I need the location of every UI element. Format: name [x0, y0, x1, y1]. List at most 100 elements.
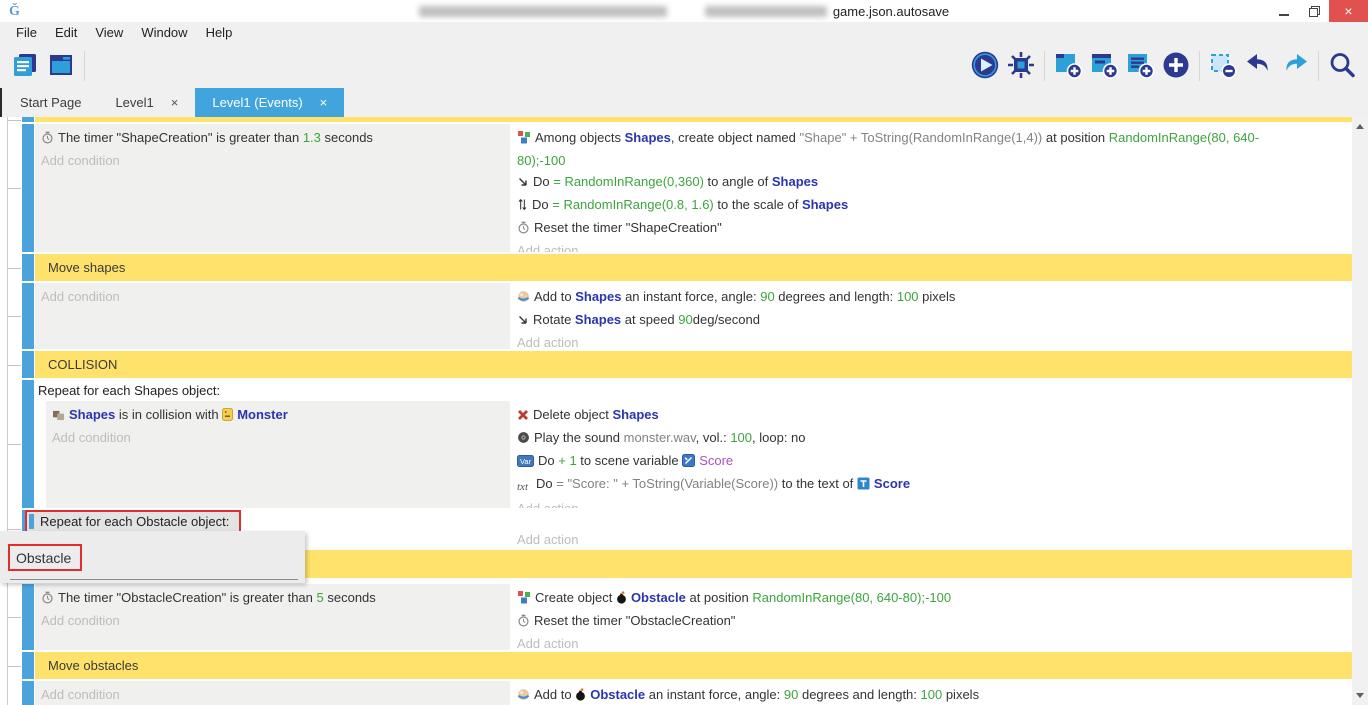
- scroll-up-button[interactable]: [1352, 118, 1368, 135]
- action-row[interactable]: txtDo = "Score: " + ToString(Variable(Sc…: [517, 473, 1352, 498]
- add-circle-icon: [1161, 50, 1191, 83]
- add-condition[interactable]: Add condition: [41, 150, 510, 171]
- add-action[interactable]: Add action: [517, 498, 1352, 508]
- scroll-down-button[interactable]: [1352, 687, 1368, 704]
- action-row[interactable]: Reset the timer "ShapeCreation": [517, 217, 1352, 240]
- menu-view[interactable]: View: [86, 22, 132, 44]
- gdevelop-logo-icon: Ǧ: [8, 2, 24, 23]
- tab-level1[interactable]: Level1 ×: [98, 88, 195, 117]
- group-header-band[interactable]: [35, 351, 1352, 378]
- action-row[interactable]: Do = RandomInRange(0,360) to angle of Sh…: [517, 171, 1352, 194]
- event-row: Add condition Add to Obstacle an instant …: [22, 681, 1352, 705]
- add-action[interactable]: Add action: [517, 332, 1352, 349]
- add-condition[interactable]: Add condition: [52, 427, 510, 448]
- action-row[interactable]: Play the sound monster.wav, vol.: 100, l…: [517, 427, 1352, 450]
- add-condition[interactable]: Add condition: [41, 684, 510, 705]
- action-row[interactable]: Create object Obstacle at position Rando…: [517, 587, 1352, 610]
- add-condition[interactable]: Add condition: [41, 610, 510, 631]
- sound-icon: [517, 429, 530, 450]
- events-gutter: [0, 117, 22, 705]
- restore-button[interactable]: [1299, 0, 1329, 22]
- group-header-band[interactable]: [35, 254, 1352, 281]
- condition-row[interactable]: Shapes is in collision with Monster: [52, 404, 510, 427]
- action-row[interactable]: Among objects Shapes, create object name…: [517, 127, 1352, 171]
- remove-event-icon: [1208, 50, 1238, 83]
- play-button[interactable]: [967, 48, 1003, 84]
- action-row[interactable]: Add to Obstacle an instant force, angle:…: [517, 684, 1352, 705]
- menu-help[interactable]: Help: [197, 22, 242, 44]
- add-event-icon: [1053, 50, 1083, 83]
- add-action[interactable]: Add action: [517, 240, 1352, 252]
- tab-level1-events[interactable]: Level1 (Events) ×: [195, 88, 344, 117]
- menu-window[interactable]: Window: [132, 22, 196, 44]
- event-color-bar: [22, 584, 34, 650]
- text-object-icon: [857, 475, 870, 496]
- object-name-value: Obstacle: [16, 550, 71, 566]
- toolbar: [0, 44, 1368, 88]
- collision-icon: [52, 406, 65, 427]
- condition-row[interactable]: The timer "ShapeCreation" is greater tha…: [41, 127, 510, 150]
- action-row[interactable]: Do = RandomInRange(0.8, 1.6) to the scal…: [517, 194, 1352, 217]
- conditions-cell: The timer "ObstacleCreation" is greater …: [35, 584, 510, 650]
- tab-start-page[interactable]: Start Page: [3, 88, 98, 117]
- group-header: Move shapes: [22, 254, 1352, 281]
- add-comment-button[interactable]: [1122, 48, 1158, 84]
- events-sheet: The timer "ShapeCreation" is greater tha…: [0, 117, 1352, 705]
- undo-button[interactable]: [1241, 48, 1277, 84]
- repeat-header[interactable]: Repeat for each Shapes object:: [35, 380, 1352, 401]
- redo-button[interactable]: [1277, 48, 1313, 84]
- action-row[interactable]: VarDo + 1 to scene variable Score: [517, 450, 1352, 473]
- add-action[interactable]: Add action: [517, 532, 578, 548]
- scale-icon: [517, 196, 528, 217]
- action-row[interactable]: Rotate Shapes at speed 90deg/second: [517, 309, 1352, 332]
- selected-repeat-header[interactable]: Repeat for each Obstacle object:: [25, 510, 241, 533]
- action-row[interactable]: Delete object Shapes: [517, 404, 1352, 427]
- toolbar-separator: [1199, 51, 1200, 81]
- tab-close-icon[interactable]: ×: [171, 95, 179, 110]
- create-object-icon: [517, 129, 531, 150]
- project-manager-button[interactable]: [7, 48, 43, 84]
- action-row[interactable]: Add to Shapes an instant force, angle: 9…: [517, 286, 1352, 309]
- conditions-cell: Add condition: [35, 283, 510, 349]
- object-name-field[interactable]: Obstacle: [8, 544, 82, 571]
- text-icon: txt: [517, 475, 532, 498]
- scene-variable-icon: [682, 452, 695, 473]
- start-scene-button[interactable]: [43, 48, 79, 84]
- restore-icon: [1309, 6, 1320, 17]
- tab-label: Level1: [115, 95, 153, 110]
- group-header-band[interactable]: [35, 652, 1352, 679]
- menu-edit[interactable]: Edit: [46, 22, 86, 44]
- add-action[interactable]: Add action: [517, 633, 1352, 650]
- add-condition[interactable]: Add condition: [41, 286, 510, 307]
- event-row: Add condition Add to Shapes an instant fo…: [22, 283, 1352, 349]
- debugger-icon: [1006, 50, 1036, 83]
- debugger-button[interactable]: [1003, 48, 1039, 84]
- vertical-scrollbar[interactable]: [1352, 117, 1368, 705]
- minimize-button[interactable]: [1269, 0, 1299, 22]
- angle-icon: [517, 173, 529, 194]
- svg-text:Var: Var: [520, 457, 532, 466]
- action-row[interactable]: Reset the timer "ObstacleCreation": [517, 610, 1352, 633]
- undo-icon: [1244, 50, 1274, 83]
- force-icon: [517, 686, 530, 705]
- group-header-band[interactable]: [35, 117, 1352, 122]
- gutter-tick: [7, 617, 21, 618]
- add-event-button[interactable]: [1050, 48, 1086, 84]
- search-button[interactable]: [1324, 48, 1360, 84]
- condition-row[interactable]: The timer "ObstacleCreation" is greater …: [41, 587, 510, 610]
- timer-icon: [517, 219, 530, 240]
- tab-label: Start Page: [20, 95, 81, 110]
- gutter-tick: [7, 365, 21, 366]
- event-row: The timer "ShapeCreation" is greater tha…: [22, 124, 1352, 252]
- remove-event-button[interactable]: [1205, 48, 1241, 84]
- tab-close-icon[interactable]: ×: [320, 95, 328, 110]
- conditions-cell: Add condition: [35, 681, 510, 705]
- add-subevent-button[interactable]: [1086, 48, 1122, 84]
- object-selector-popup: Obstacle: [0, 531, 305, 583]
- close-button[interactable]: ×: [1329, 0, 1368, 22]
- tab-label: Level1 (Events): [212, 95, 302, 110]
- timer-icon: [41, 129, 54, 150]
- menu-file[interactable]: File: [7, 22, 46, 44]
- toolbar-separator: [1318, 51, 1319, 81]
- add-circle-button[interactable]: [1158, 48, 1194, 84]
